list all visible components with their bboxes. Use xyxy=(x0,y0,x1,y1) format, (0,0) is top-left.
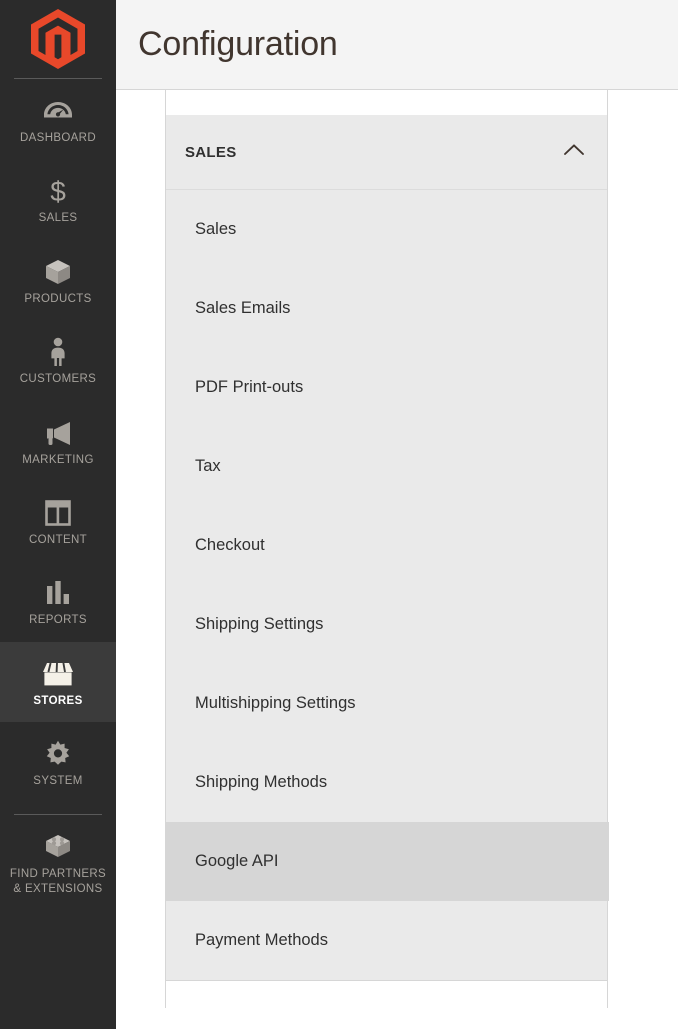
configuration-nav: SALES Sales Sales Emails PDF Print-outs … xyxy=(165,90,658,1029)
section-stub-above xyxy=(165,90,608,115)
gear-icon xyxy=(44,739,72,769)
section-header-sales[interactable]: SALES xyxy=(166,115,607,190)
bar-chart-icon xyxy=(46,578,70,608)
config-nav-item-tax[interactable]: Tax xyxy=(166,427,607,506)
svg-text:$: $ xyxy=(50,176,66,206)
sidebar-item-label-line2: & EXTENSIONS xyxy=(13,882,103,895)
section-stub-below xyxy=(165,980,608,1008)
sidebar-item-label: CUSTOMERS xyxy=(19,373,97,386)
chevron-up-icon[interactable] xyxy=(563,143,585,161)
sidebar-item-customers[interactable]: CUSTOMERS xyxy=(0,320,116,400)
magento-logo[interactable] xyxy=(0,0,116,78)
configuration-detail-pane: Locale Options Store Information xyxy=(658,90,678,1029)
sidebar-item-marketing[interactable]: MARKETING xyxy=(0,401,116,481)
admin-sidebar: DASHBOARD $ SALES PRODUCTS CUSTOMERS MAR… xyxy=(0,0,116,1029)
config-nav-item-checkout[interactable]: Checkout xyxy=(166,506,607,585)
config-nav-item-shipping-settings[interactable]: Shipping Settings xyxy=(166,585,607,664)
layout-page-icon xyxy=(45,498,71,528)
sidebar-item-content[interactable]: CONTENT xyxy=(0,481,116,561)
sidebar-item-label: REPORTS xyxy=(29,614,87,627)
sidebar-item-label-line1: FIND PARTNERS xyxy=(9,868,107,881)
sidebar-item-label: CONTENT xyxy=(28,533,88,546)
main-content: Configuration SALES Sales Sales Emails P… xyxy=(116,0,678,1029)
config-nav-item-google-api[interactable]: Google API xyxy=(166,822,609,901)
config-nav-item-shipping-methods[interactable]: Shipping Methods xyxy=(166,743,607,822)
magento-logo-icon xyxy=(29,8,87,70)
config-section-sales: SALES Sales Sales Emails PDF Print-outs … xyxy=(165,115,609,980)
sidebar-item-label: SALES xyxy=(38,212,78,225)
dashboard-gauge-icon xyxy=(43,96,73,126)
sidebar-item-reports[interactable]: REPORTS xyxy=(0,561,116,641)
sidebar-item-dashboard[interactable]: DASHBOARD xyxy=(0,79,116,159)
sidebar-item-stores[interactable]: STORES xyxy=(0,641,116,722)
config-nav-item-payment-methods[interactable]: Payment Methods xyxy=(166,901,607,980)
person-icon xyxy=(48,337,68,367)
sidebar-item-system[interactable]: SYSTEM xyxy=(0,722,116,802)
config-nav-item-multishipping-settings[interactable]: Multishipping Settings xyxy=(166,664,607,743)
config-nav-item-sales-emails[interactable]: Sales Emails xyxy=(166,269,607,348)
page-title: Configuration xyxy=(138,25,338,63)
dollar-sign-icon: $ xyxy=(47,176,69,206)
config-nav-item-sales[interactable]: Sales xyxy=(166,190,607,269)
sidebar-item-sales[interactable]: $ SALES xyxy=(0,159,116,239)
config-nav-item-pdf-print-outs[interactable]: PDF Print-outs xyxy=(166,348,607,427)
magento-admin-window: DASHBOARD $ SALES PRODUCTS CUSTOMERS MAR… xyxy=(0,0,678,1029)
sidebar-item-find-partners[interactable]: FIND PARTNERS & EXTENSIONS xyxy=(0,815,116,910)
megaphone-icon xyxy=(43,418,73,448)
box-icon xyxy=(44,257,72,287)
puzzle-block-icon xyxy=(43,832,73,862)
section-items-sales: Sales Sales Emails PDF Print-outs Tax Ch… xyxy=(166,190,609,980)
section-title: SALES xyxy=(185,143,237,161)
sidebar-item-label: PRODUCTS xyxy=(24,292,92,305)
sidebar-item-label: DASHBOARD xyxy=(20,132,96,144)
sidebar-item-label: SYSTEM xyxy=(33,775,83,787)
page-header: Configuration xyxy=(116,0,678,90)
sidebar-item-products[interactable]: PRODUCTS xyxy=(0,240,116,320)
configuration-body: SALES Sales Sales Emails PDF Print-outs … xyxy=(116,90,678,1029)
storefront-icon xyxy=(41,659,75,689)
sidebar-item-label: STORES xyxy=(33,694,83,707)
sidebar-item-label: MARKETING xyxy=(22,453,94,466)
